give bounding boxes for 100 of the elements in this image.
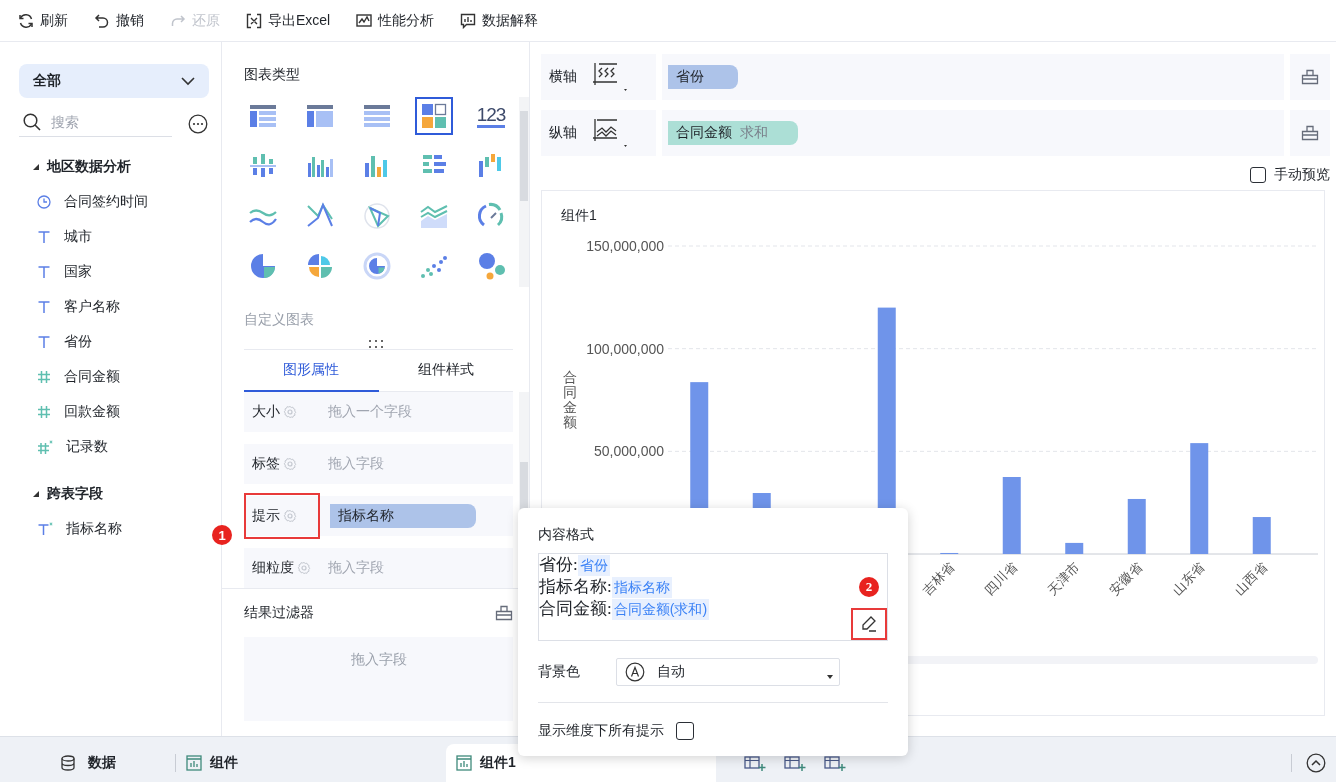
- bar[interactable]: [1127, 498, 1146, 554]
- field-token: 指标名称: [611, 577, 672, 598]
- bar[interactable]: [1252, 517, 1271, 554]
- pie-chart-icon: [248, 251, 278, 281]
- number-field-icon: [37, 404, 51, 419]
- format-label: 指标名称:: [539, 576, 612, 597]
- field-chip[interactable]: 指标名称: [330, 504, 476, 528]
- bottom-section[interactable]: 数据: [0, 744, 175, 782]
- axis-drop-field[interactable]: 合同金额 求和: [662, 110, 1284, 156]
- add-table-icon[interactable]: [744, 754, 766, 772]
- property-row[interactable]: 细粒度 拖入字段: [244, 548, 513, 588]
- axis-tick-label: 150,000,000: [586, 241, 664, 254]
- add-chart-icon[interactable]: [784, 754, 806, 772]
- field-item[interactable]: 城市: [19, 219, 208, 254]
- auto-color-icon: [625, 662, 645, 682]
- toolbar-button[interactable]: 性能分析: [354, 9, 437, 32]
- field-item[interactable]: 指标名称: [19, 511, 208, 546]
- field-item[interactable]: 合同签约时间: [19, 184, 208, 219]
- property-row[interactable]: 标签 拖入字段: [244, 444, 513, 484]
- toolbar-button[interactable]: 导出Excel: [244, 9, 333, 32]
- bar[interactable]: [1065, 542, 1084, 554]
- field-token: 省份: [577, 555, 610, 576]
- scrollbar[interactable]: [519, 97, 529, 287]
- text-field-icon: [37, 299, 51, 314]
- drop-placeholder: 拖入一个字段: [327, 403, 412, 421]
- more-icon[interactable]: [188, 113, 208, 134]
- chart-type-option[interactable]: [415, 97, 453, 135]
- step-badge: 2: [859, 577, 879, 597]
- bar[interactable]: [1002, 477, 1021, 554]
- toolbox-icon[interactable]: [1301, 125, 1319, 141]
- number-field-icon: [37, 369, 51, 384]
- format-editor[interactable]: 省份:省份 指标名称:指标名称 合同金额:合同金额(求和) 2: [538, 553, 888, 641]
- format-label: 合同金额:: [539, 598, 612, 619]
- field-token: 合同金额(求和): [611, 599, 710, 620]
- caret-icon: [827, 675, 833, 679]
- axis-label: 天津市: [1044, 559, 1083, 598]
- chart-type-option[interactable]: 123: [472, 97, 510, 135]
- axis-drop-field[interactable]: 省份: [662, 54, 1284, 100]
- property-label: 标签: [252, 455, 280, 473]
- field-item[interactable]: 省份: [19, 324, 208, 359]
- property-row[interactable]: 大小 拖入一个字段: [244, 392, 513, 432]
- toolbox-icon[interactable]: [495, 605, 513, 621]
- collapse-up-icon[interactable]: [1306, 753, 1326, 773]
- axis-label: 吉林省: [919, 559, 958, 598]
- checkbox[interactable]: [1250, 167, 1266, 183]
- toolbox-icon[interactable]: [1301, 69, 1319, 85]
- axis-tick-label: 100,000,000: [586, 340, 664, 357]
- toolbar-button[interactable]: 撤销: [92, 9, 146, 32]
- bar-chart-icon: [460, 12, 477, 29]
- database-icon: [60, 755, 76, 771]
- search-icon: [23, 113, 41, 131]
- chart-title: 组件1: [561, 207, 597, 223]
- step-badge: 1: [212, 525, 232, 545]
- scope-dropdown[interactable]: 全部: [19, 64, 209, 98]
- field-item[interactable]: 合同金额: [19, 359, 208, 394]
- clock-icon: [37, 194, 51, 209]
- field-item[interactable]: 国家: [19, 254, 208, 289]
- edit-button[interactable]: [851, 608, 887, 640]
- checkbox[interactable]: [676, 722, 694, 740]
- axis-tick-label: 50,000,000: [593, 443, 664, 460]
- spreadsheet-icon: [246, 12, 262, 29]
- drag-handle-icon[interactable]: [367, 339, 384, 349]
- number-field-icon: [37, 439, 53, 454]
- axis-label: 山西省: [1231, 559, 1270, 598]
- section-title: 自定义图表: [243, 310, 315, 329]
- axis-label: 横轴: [549, 68, 577, 86]
- field-item[interactable]: 回款金额: [19, 394, 208, 429]
- bottom-section[interactable]: 组件: [175, 754, 301, 772]
- card-grid-icon: [419, 101, 449, 131]
- axis-title: 合同金额: [563, 369, 577, 430]
- property-label: 提示: [252, 507, 280, 525]
- add-list-icon[interactable]: [824, 754, 846, 772]
- property-label: 细粒度: [252, 559, 294, 577]
- search-field[interactable]: 搜索: [51, 114, 151, 130]
- chart-icon: [456, 755, 472, 771]
- field-chip[interactable]: 省份: [668, 65, 738, 89]
- section-title: 图表类型: [244, 65, 301, 84]
- field-item[interactable]: 客户名称: [19, 289, 208, 324]
- checkbox-label: 显示维度下所有提示: [538, 722, 664, 740]
- tree-group[interactable]: 跨表字段: [19, 476, 208, 511]
- radar-chart-icon: [362, 201, 392, 231]
- field-chip[interactable]: 合同金额 求和: [668, 121, 798, 145]
- field-item[interactable]: 记录数: [19, 429, 208, 464]
- undo-icon: [94, 12, 110, 29]
- color-select[interactable]: 自动: [616, 658, 840, 686]
- axis-label: 山东省: [1169, 559, 1208, 598]
- tab[interactable]: 组件样式: [378, 350, 513, 392]
- axis-label: 安徽省: [1106, 559, 1145, 598]
- tree-group[interactable]: 地区数据分析: [19, 149, 208, 184]
- chevron-down-icon: [181, 76, 195, 86]
- text-field-icon: [37, 229, 51, 244]
- text-field-icon: [37, 521, 53, 536]
- chart-icon: [186, 755, 202, 771]
- axis-label: 纵轴: [549, 124, 577, 142]
- field-label: 背景色: [538, 663, 581, 681]
- toolbar-button[interactable]: 数据解释: [458, 9, 541, 32]
- toolbar-button[interactable]: 刷新: [16, 9, 70, 32]
- property-row[interactable]: 提示 指标名称: [244, 496, 513, 536]
- line-chart-icon: [356, 12, 373, 29]
- bar[interactable]: [1190, 443, 1209, 554]
